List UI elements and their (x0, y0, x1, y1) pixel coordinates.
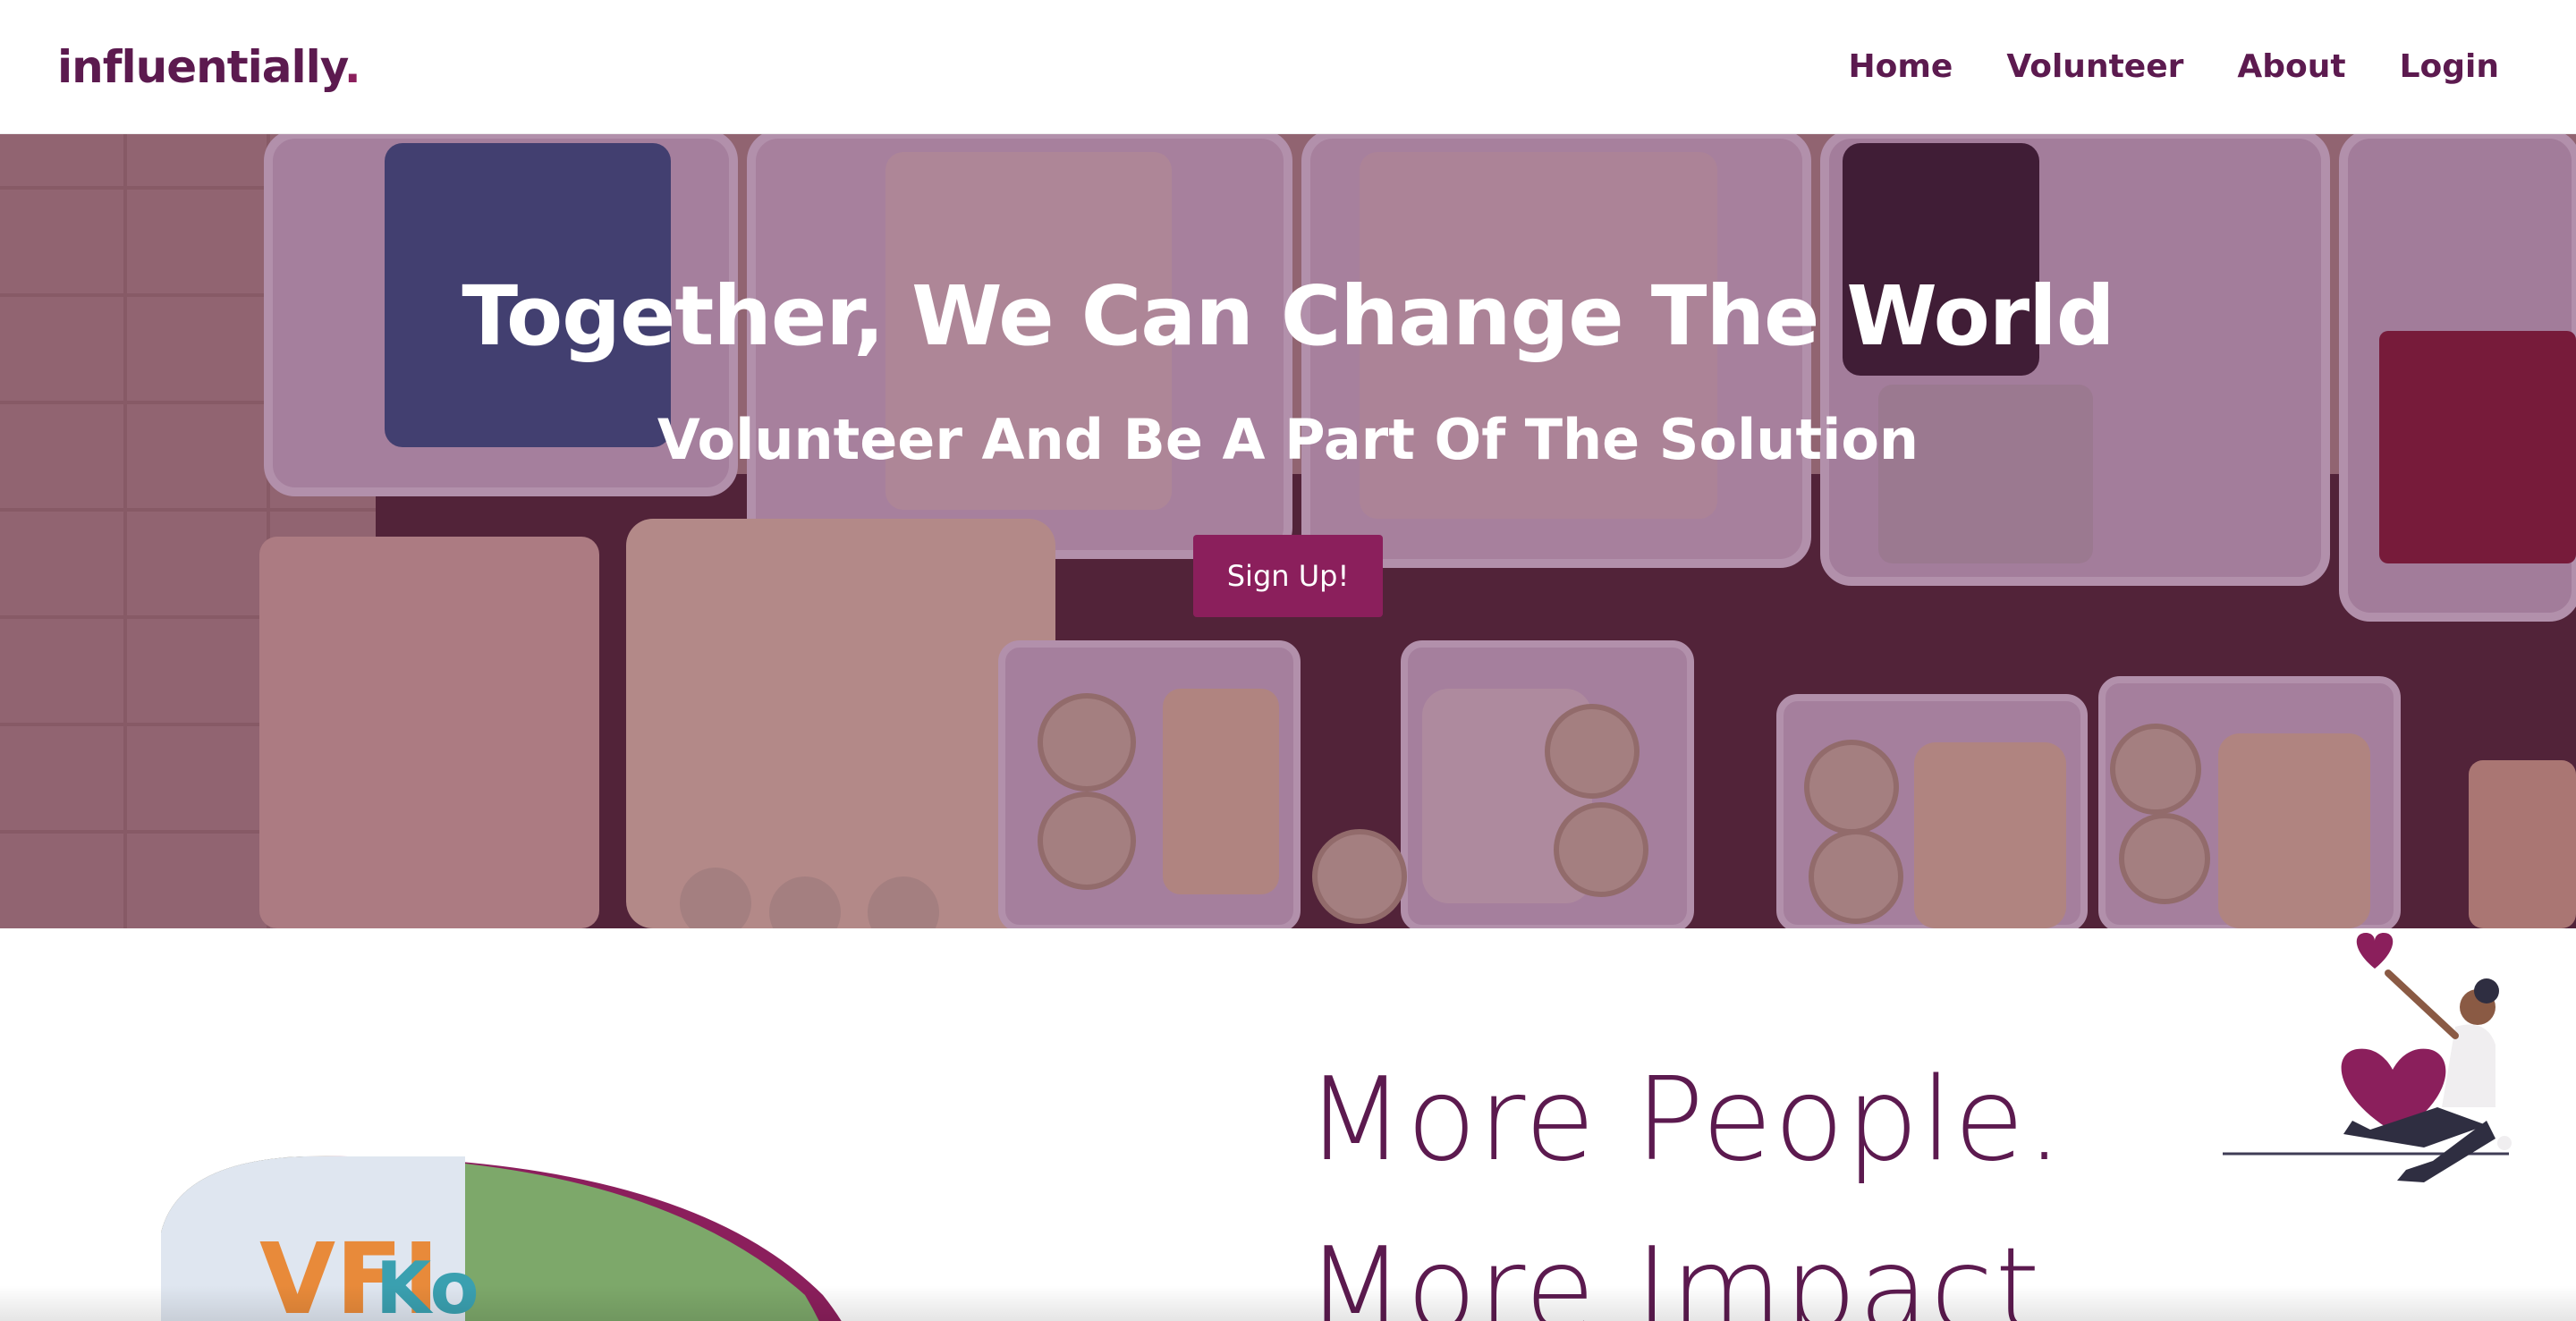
page: influentially. Home Volunteer About Logi… (0, 0, 2576, 1321)
volunteer-heart-illustration (2223, 933, 2512, 1182)
hero-subtitle: Volunteer And Be A Part Of The Solution (657, 407, 1919, 472)
bottom-shadow (0, 1285, 2576, 1321)
hero-title: Together, We Can Change The World (462, 268, 2114, 364)
nav-home[interactable]: Home (1849, 48, 1953, 85)
navbar: influentially. Home Volunteer About Logi… (0, 0, 2576, 134)
brand-name: influentially (57, 40, 345, 93)
nav-volunteer[interactable]: Volunteer (2006, 48, 2183, 85)
nav-login[interactable]: Login (2400, 48, 2499, 85)
hero-overlay (0, 134, 2576, 928)
nav-about[interactable]: About (2237, 48, 2345, 85)
brand-dot: . (343, 40, 361, 93)
brand-logo[interactable]: influentially. (57, 40, 361, 93)
hero-section: Together, We Can Change The World Volunt… (0, 134, 2576, 928)
nav-links: Home Volunteer About Login (1849, 48, 2499, 85)
signup-button[interactable]: Sign Up! (1193, 535, 1383, 617)
impact-section: VFI Ko More People. More Impact (0, 928, 2576, 1321)
